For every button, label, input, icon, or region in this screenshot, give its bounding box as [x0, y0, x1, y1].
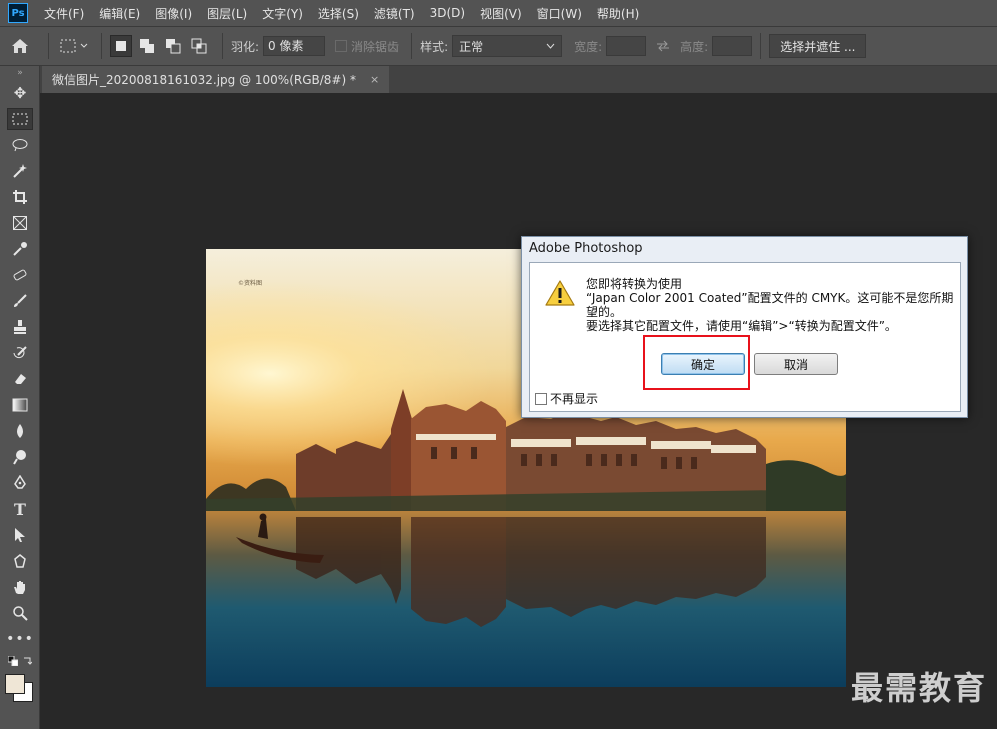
dialog-message-line1: 您即将转换为使用 [586, 277, 683, 291]
antialias-label: 消除锯齿 [351, 39, 400, 54]
dont-show-again-checkbox[interactable] [535, 392, 547, 405]
document-tab-bar: 微信图片_20200818161032.jpg @ 100%(RGB/8#) *… [40, 66, 997, 93]
rectangular-marquee-tool-icon[interactable] [0, 106, 40, 132]
ok-button[interactable]: 确定 [661, 353, 745, 375]
height-input[interactable] [712, 36, 753, 56]
menu-type[interactable]: 文字(Y) [262, 5, 303, 22]
separator [411, 33, 413, 59]
brush-tool-icon[interactable] [0, 288, 40, 314]
more-tools-icon[interactable]: ••• [0, 626, 40, 652]
dialog-body: 您即将转换为使用 “Japan Color 2001 Coated”配置文件的 … [529, 262, 961, 412]
eraser-tool-icon[interactable] [0, 366, 40, 392]
ps-logo: Ps [8, 3, 28, 23]
blur-tool-icon[interactable] [0, 418, 40, 444]
photoshop-window: Ps 文件(F) 编辑(E) 图像(I) 图层(L) 文字(Y) 选择(S) 滤… [0, 0, 997, 729]
gradient-tool-icon[interactable] [0, 392, 40, 418]
menu-bar: Ps 文件(F) 编辑(E) 图像(I) 图层(L) 文字(Y) 选择(S) 滤… [0, 0, 997, 26]
magic-wand-tool-icon[interactable] [0, 158, 40, 184]
menu-file[interactable]: 文件(F) [44, 5, 84, 22]
pen-tool-icon[interactable] [0, 470, 40, 496]
dialog-message: 您即将转换为使用 “Japan Color 2001 Coated”配置文件的 … [586, 277, 958, 333]
cmyk-warning-dialog: Adobe Photoshop 您即将转换为使用 “Japan Color 20… [521, 236, 968, 418]
hand-tool-icon[interactable] [0, 574, 40, 600]
watermark-text: 最需教育 [850, 669, 987, 707]
height-label: 高度: [680, 39, 709, 54]
add-to-selection-icon[interactable] [136, 35, 158, 57]
zoom-tool-icon[interactable] [0, 600, 40, 626]
menu-window[interactable]: 窗口(W) [537, 5, 582, 22]
healing-brush-tool-icon[interactable] [0, 262, 40, 288]
dialog-message-line3: 要选择其它配置文件，请使用“编辑”>“转换为配置文件”。 [586, 319, 897, 333]
color-swatches [0, 670, 40, 706]
clone-stamp-tool-icon[interactable] [0, 314, 40, 340]
width-input[interactable] [606, 36, 647, 56]
menu-layer[interactable]: 图层(L) [207, 5, 247, 22]
style-select[interactable]: 正常 [452, 35, 563, 57]
crop-tool-icon[interactable] [0, 184, 40, 210]
feather-input[interactable]: 0 像素 [263, 36, 326, 56]
custom-shape-tool-icon[interactable] [0, 548, 40, 574]
menu-3d[interactable]: 3D(D) [430, 6, 465, 20]
dont-show-again-option[interactable]: 不再显示 [535, 390, 598, 407]
dodge-tool-icon[interactable] [0, 444, 40, 470]
path-selection-tool-icon[interactable] [0, 522, 40, 548]
type-tool-icon[interactable]: T [0, 496, 40, 522]
color-controls [0, 652, 40, 670]
swap-icon[interactable] [646, 40, 680, 52]
separator [222, 33, 223, 59]
swap-colors-icon [24, 657, 32, 665]
style-label: 样式: [420, 39, 449, 54]
home-icon[interactable] [0, 31, 40, 61]
frame-tool-icon[interactable] [0, 210, 40, 236]
close-icon[interactable]: × [370, 73, 379, 86]
photo-caption: ©资料图 [238, 279, 262, 287]
feather-label: 羽化: [231, 39, 260, 54]
subtract-from-selection-icon[interactable] [162, 35, 184, 57]
move-tool-icon[interactable]: ✥ [0, 80, 40, 106]
menu-filter[interactable]: 滤镜(T) [374, 5, 415, 22]
warning-icon [544, 279, 576, 310]
width-label: 宽度: [574, 39, 603, 54]
intersect-selection-icon[interactable] [188, 35, 210, 57]
menu-help[interactable]: 帮助(H) [597, 5, 639, 22]
separator [48, 33, 49, 59]
lasso-tool-icon[interactable] [0, 132, 40, 158]
dialog-title: Adobe Photoshop [529, 240, 643, 256]
tools-panel: » ✥ T ••• [0, 66, 40, 729]
dont-show-again-label: 不再显示 [550, 392, 599, 406]
dialog-message-line2: “Japan Color 2001 Coated”配置文件的 CMYK。这可能不… [586, 291, 954, 319]
menu-image[interactable]: 图像(I) [155, 5, 192, 22]
options-bar: 羽化: 0 像素 消除锯齿 样式: 正常 宽度: 高度: 选择并遮住 ... [0, 26, 997, 66]
select-and-mask-button[interactable]: 选择并遮住 ... [769, 34, 867, 58]
panel-collapse-icon[interactable]: » [0, 66, 40, 80]
antialias-checkbox[interactable] [335, 40, 348, 52]
style-select-value: 正常 [459, 39, 484, 54]
eyedropper-tool-icon[interactable] [0, 236, 40, 262]
foreground-color-swatch[interactable] [5, 674, 25, 694]
separator [760, 33, 762, 59]
menu-edit[interactable]: 编辑(E) [99, 5, 140, 22]
marquee-preset-icon[interactable] [57, 31, 93, 61]
separator [101, 33, 102, 59]
history-brush-tool-icon[interactable] [0, 340, 40, 366]
document-tab[interactable]: 微信图片_20200818161032.jpg @ 100%(RGB/8#) *… [42, 66, 390, 93]
document-tab-title: 微信图片_20200818161032.jpg @ 100%(RGB/8#) * [52, 73, 356, 87]
menu-select[interactable]: 选择(S) [318, 5, 359, 22]
default-colors-icon [8, 656, 18, 666]
cancel-button[interactable]: 取消 [754, 353, 838, 375]
chevron-down-icon [546, 43, 555, 49]
new-selection-icon[interactable] [110, 35, 132, 57]
menu-view[interactable]: 视图(V) [480, 5, 522, 22]
